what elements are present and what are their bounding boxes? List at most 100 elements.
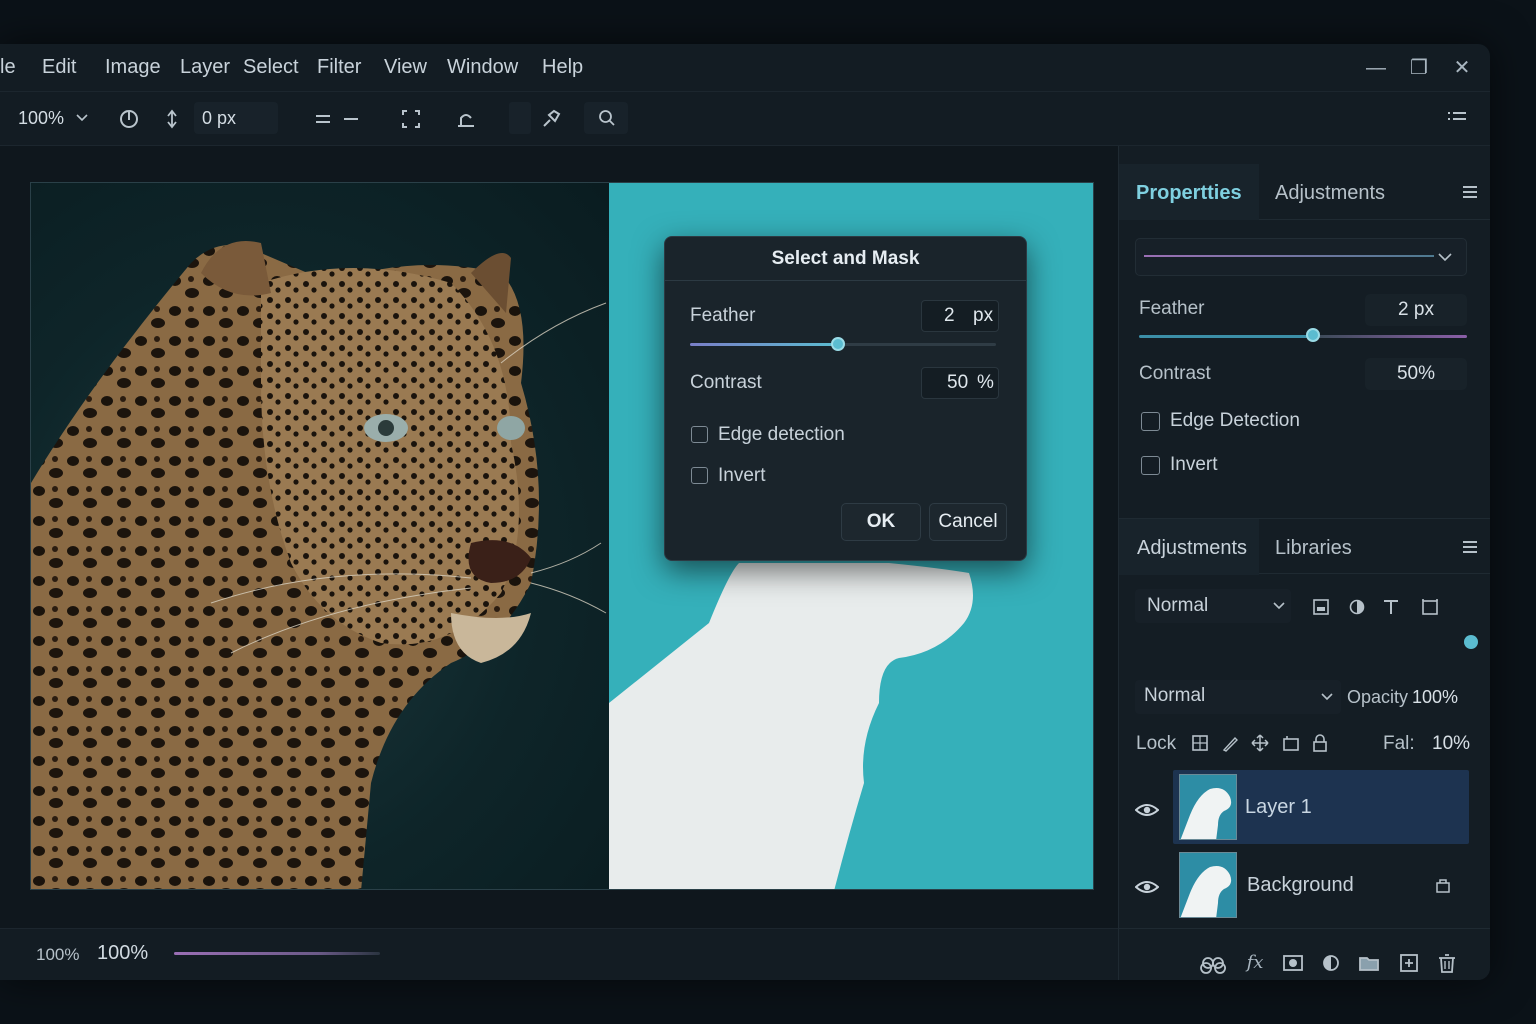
dialog-feather-slider-knob[interactable] xyxy=(831,337,845,351)
align-icon[interactable] xyxy=(312,106,338,132)
trash-icon[interactable] xyxy=(1436,952,1458,974)
lock-all-icon[interactable] xyxy=(1311,734,1329,752)
dialog-contrast-unit: % xyxy=(977,372,994,393)
menu-image[interactable]: Image xyxy=(105,56,161,79)
menu-help[interactable]: Help xyxy=(542,56,583,79)
layers-bottom-bar xyxy=(1119,928,1490,980)
minus-icon[interactable] xyxy=(340,106,366,132)
dialog-feather-slider-track[interactable] xyxy=(838,343,996,346)
filter-adjustment-icon[interactable] xyxy=(1348,598,1366,616)
folder-icon[interactable] xyxy=(1358,952,1380,974)
dialog-edge-detection-checkbox[interactable] xyxy=(691,426,708,443)
panel-invert-label: Invert xyxy=(1170,454,1218,475)
filter-toggle-dot[interactable] xyxy=(1464,635,1478,649)
tab-properties[interactable]: Propertties xyxy=(1119,164,1259,220)
menu-edit[interactable]: Edit xyxy=(42,56,76,79)
status-zoom-small: 100% xyxy=(36,945,80,964)
panel-feather-slider-fill xyxy=(1139,335,1313,338)
tab-libraries[interactable]: Libraries xyxy=(1275,537,1352,560)
blend-select-top-value: Normal xyxy=(1147,595,1209,616)
dialog-contrast-value: 50 xyxy=(947,372,969,393)
filter-shape-icon[interactable] xyxy=(1420,597,1440,617)
panel-menu-icon[interactable] xyxy=(1461,185,1479,199)
brush-icon[interactable] xyxy=(538,106,564,132)
transform-icon[interactable] xyxy=(398,106,424,132)
eye-icon[interactable] xyxy=(1135,802,1159,818)
panel-feather-slider-track[interactable] xyxy=(1313,335,1467,338)
dialog-invert-checkbox[interactable] xyxy=(691,467,708,484)
ok-button[interactable]: OK xyxy=(841,503,921,541)
new-layer-icon[interactable] xyxy=(1398,952,1420,974)
swap-icon[interactable] xyxy=(160,106,186,132)
fx-icon[interactable]: fx xyxy=(1244,952,1266,974)
power-icon[interactable] xyxy=(116,106,142,132)
dialog-contrast-input[interactable]: 50 % xyxy=(921,367,999,399)
panel-contrast-input[interactable]: 50% xyxy=(1365,358,1467,390)
lock-icon xyxy=(1436,879,1450,893)
menu-bar: le Edit Image Layer Select Filter View W… xyxy=(0,44,1490,92)
blend-mode-select[interactable]: Normal xyxy=(1135,680,1341,714)
layer-row-background[interactable]: Background xyxy=(1173,848,1469,922)
lock-move-icon[interactable] xyxy=(1251,734,1269,752)
menu-filter[interactable]: Filter xyxy=(317,56,361,79)
menu-window[interactable]: Window xyxy=(447,56,518,79)
list-icon[interactable] xyxy=(1444,106,1470,132)
cancel-button[interactable]: Cancel xyxy=(929,503,1007,541)
dialog-title: Select and Mask xyxy=(665,237,1026,281)
layers-menu-icon[interactable] xyxy=(1461,540,1479,554)
panel-edge-detection-checkbox[interactable] xyxy=(1141,412,1160,431)
lock-brush-icon[interactable] xyxy=(1221,734,1239,752)
properties-tabbar: Propertties Adjustments xyxy=(1119,164,1490,220)
panel-feather-slider-knob[interactable] xyxy=(1306,328,1320,342)
minimize-button[interactable]: — xyxy=(1362,54,1390,82)
panel-invert-checkbox[interactable] xyxy=(1141,456,1160,475)
maximize-button[interactable]: ❐ xyxy=(1405,54,1433,82)
preset-dropdown[interactable] xyxy=(1135,238,1467,276)
right-panel: Propertties Adjustments Feather 2 px Con… xyxy=(1118,146,1490,980)
eye-icon[interactable] xyxy=(1135,879,1159,895)
dialog-feather-slider-fill xyxy=(690,343,838,346)
status-progress-bar xyxy=(174,952,380,955)
dialog-feather-input[interactable]: 2 px xyxy=(921,300,999,332)
blend-select-top[interactable]: Normal xyxy=(1135,589,1291,623)
layer-thumbnail xyxy=(1179,852,1237,918)
lock-artboard-icon[interactable] xyxy=(1282,734,1300,752)
fill-label: Fal: xyxy=(1383,733,1415,754)
menu-select[interactable]: Select xyxy=(243,56,299,79)
search-button[interactable] xyxy=(584,102,628,134)
dialog-feather-value: 2 xyxy=(944,305,955,326)
panel-feather-input[interactable]: 2 px xyxy=(1365,294,1467,326)
status-zoom-large[interactable]: 100% xyxy=(97,942,148,965)
adjustment-layer-icon[interactable] xyxy=(1320,952,1342,974)
close-button[interactable]: ✕ xyxy=(1448,54,1476,82)
zoom-select[interactable]: 100% xyxy=(10,102,94,134)
filter-pixel-icon[interactable] xyxy=(1312,598,1330,616)
leopard-image xyxy=(31,241,607,889)
link-icon[interactable] xyxy=(1200,952,1226,974)
mask-icon[interactable] xyxy=(1282,952,1304,974)
tab-adjustments-top[interactable]: Adjustments xyxy=(1275,182,1385,205)
menu-view[interactable]: View xyxy=(384,56,427,79)
opacity-value[interactable]: 100% xyxy=(1412,687,1458,708)
menu-file[interactable]: le xyxy=(0,56,16,79)
filter-type-icon[interactable] xyxy=(1382,598,1400,616)
menu-layer[interactable]: Layer xyxy=(180,56,230,79)
layer-row-layer-1[interactable]: Layer 1 xyxy=(1173,770,1469,844)
dialog-feather-unit: px xyxy=(973,305,994,326)
select-and-mask-dialog: Select and Mask Feather 2 px Contrast 50… xyxy=(664,236,1027,561)
blend-mode-value: Normal xyxy=(1144,685,1206,706)
lock-label: Lock xyxy=(1136,733,1177,754)
chevron-down-icon xyxy=(76,114,88,122)
search-icon xyxy=(599,110,615,126)
fill-value[interactable]: 10% xyxy=(1432,733,1470,755)
tab-adjustments[interactable]: Adjustments xyxy=(1119,519,1259,575)
layer-thumbnail-silhouette xyxy=(1180,788,1232,839)
warp-icon[interactable] xyxy=(453,106,479,132)
lock-transparent-icon[interactable] xyxy=(1191,734,1209,752)
panel-feather-label: Feather xyxy=(1139,298,1205,319)
color-swatch[interactable] xyxy=(509,102,531,134)
preset-gradient-line xyxy=(1144,255,1434,257)
leopard-photo xyxy=(31,183,609,889)
feather-px-input[interactable]: 0 px xyxy=(194,102,278,134)
opacity-label: Opacity xyxy=(1347,687,1409,707)
